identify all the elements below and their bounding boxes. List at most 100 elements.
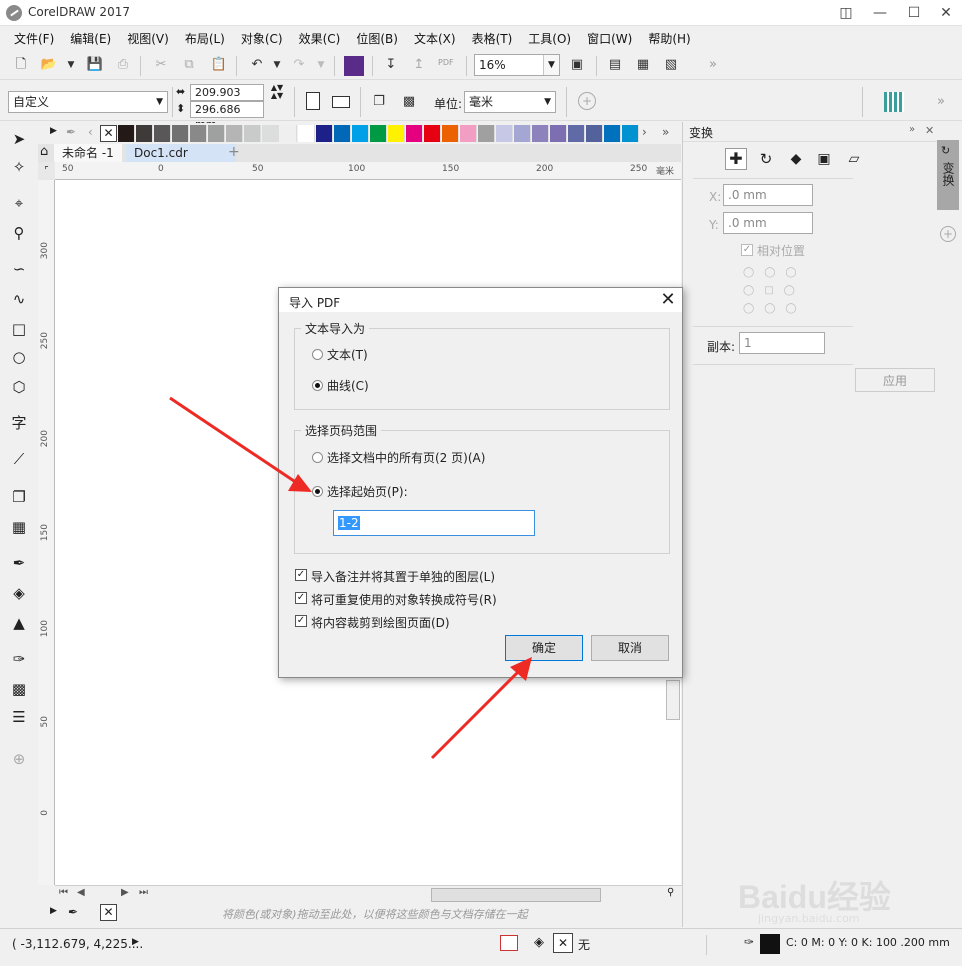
maximize-button[interactable]: ☐	[900, 3, 928, 23]
polygon-tool-icon[interactable]: ⬡	[4, 374, 34, 400]
ellipse-tool-icon[interactable]: ○	[4, 344, 34, 370]
color-swatch[interactable]	[370, 125, 387, 142]
undo-icon[interactable]: ↶	[246, 54, 268, 76]
scroll-left-icon[interactable]: ‹	[88, 125, 93, 139]
color-swatch[interactable]	[604, 125, 621, 142]
account-icon[interactable]: ◫	[832, 3, 860, 23]
zoom-to-page-icon[interactable]: ▣	[566, 54, 588, 76]
menu-item-2[interactable]: 视图(V)	[121, 26, 175, 48]
portrait-icon[interactable]	[306, 92, 320, 110]
add-preset-icon[interactable]: +	[578, 92, 596, 110]
color-swatch[interactable]	[136, 125, 153, 142]
palette-menu-icon[interactable]: ▶	[50, 126, 57, 136]
show-guidelines-icon[interactable]: ▧	[660, 54, 682, 76]
redo-dropdown-icon[interactable]: ▼	[310, 54, 332, 76]
text-radio[interactable]	[312, 349, 323, 360]
color-swatch[interactable]	[226, 125, 243, 142]
apply-button[interactable]: 应用	[855, 368, 935, 392]
eyedropper-icon[interactable]: ✒	[66, 125, 76, 139]
outline-color-swatch[interactable]	[760, 934, 780, 954]
close-icon[interactable]: ✕	[657, 289, 679, 311]
first-page-icon[interactable]: ⏮	[59, 887, 68, 898]
y-input[interactable]: .0 mm	[723, 212, 813, 234]
qr-code-icon[interactable]	[884, 92, 904, 112]
open-folder-icon[interactable]: 📂	[38, 54, 60, 76]
color-swatch[interactable]	[460, 125, 477, 142]
start-page-radio-label[interactable]: 选择起始页(P):	[327, 483, 408, 500]
relative-position-checkbox[interactable]: ✓	[741, 244, 753, 256]
convert-symbols-checkbox[interactable]: ✓	[295, 592, 307, 604]
undo-dropdown-icon[interactable]: ▼	[266, 54, 288, 76]
tab-untitled-1[interactable]: 未命名 -1	[54, 144, 122, 162]
menu-item-9[interactable]: 工具(O)	[522, 26, 577, 48]
ruler-origin-icon[interactable]: ⌜	[38, 162, 55, 180]
minimize-button[interactable]: —	[866, 3, 894, 23]
menu-arrow-icon[interactable]: ▶	[50, 906, 57, 916]
collapse-icon[interactable]: »	[909, 124, 915, 135]
more-tools-icon[interactable]: »	[702, 54, 724, 76]
color-swatch[interactable]	[208, 125, 225, 142]
no-fill-swatch[interactable]: ✕	[100, 904, 117, 921]
menu-item-7[interactable]: 文本(X)	[408, 26, 462, 48]
color-swatch[interactable]	[568, 125, 585, 142]
landscape-icon[interactable]	[332, 96, 350, 108]
expand-palette-icon[interactable]: »	[662, 125, 669, 139]
all-pages-radio[interactable]	[312, 452, 323, 463]
last-page-icon[interactable]: ⏭	[139, 887, 148, 898]
size-mode-icon[interactable]: ▣	[813, 148, 835, 170]
ok-button[interactable]: 确定	[505, 635, 583, 661]
menu-item-8[interactable]: 表格(T)	[466, 26, 519, 48]
anchor-grid[interactable]: ◯◯◯ ◯□◯ ◯◯◯	[743, 264, 799, 318]
cancel-button[interactable]: 取消	[591, 635, 669, 661]
color-swatch[interactable]	[442, 125, 459, 142]
pick-tool-icon[interactable]: ➤	[4, 126, 34, 152]
color-swatch[interactable]	[154, 125, 171, 142]
color-swatch[interactable]	[118, 125, 135, 142]
no-fill-swatch[interactable]: ✕	[553, 933, 573, 953]
tab-doc1[interactable]: Doc1.cdr	[126, 144, 236, 162]
scale-mirror-icon[interactable]: ◆	[785, 148, 807, 170]
color-swatch[interactable]	[280, 125, 297, 142]
copy-icon[interactable]: ⧉	[178, 54, 200, 76]
home-icon[interactable]: ⌂	[40, 144, 48, 159]
transparency-icon[interactable]: ▦	[4, 514, 34, 540]
more-options-icon[interactable]: »	[930, 91, 952, 113]
vertical-ruler[interactable]: 300 250 200 150 100 50 0	[38, 180, 55, 885]
copies-input[interactable]: 1	[739, 332, 825, 354]
no-fill-swatch[interactable]: ✕	[100, 125, 117, 142]
color-styles-icon[interactable]: ▩	[4, 676, 34, 702]
transform-docker-tab[interactable]: ↻ 变换	[937, 140, 959, 210]
show-grid-icon[interactable]: ▦	[632, 54, 654, 76]
unit-select[interactable]: 毫米 ▼	[464, 91, 556, 113]
zoom-nav-icon[interactable]: ⚲	[667, 887, 674, 898]
paste-icon[interactable]: 📋	[208, 54, 230, 76]
color-swatch[interactable]	[406, 125, 423, 142]
freehand-tool-icon[interactable]: ∽	[4, 256, 34, 282]
crop-to-page-label[interactable]: 将内容裁剪到绘图页面(D)	[311, 614, 450, 631]
color-swatch[interactable]	[496, 125, 513, 142]
color-swatch[interactable]	[352, 125, 369, 142]
status-menu-icon[interactable]: ▶	[132, 937, 139, 947]
color-swatch[interactable]	[550, 125, 567, 142]
drop-shadow-icon[interactable]: ❐	[4, 484, 34, 510]
color-swatch[interactable]	[262, 125, 279, 142]
artistic-media-icon[interactable]: ∿	[4, 286, 34, 312]
outline-pen-icon[interactable]: ✑	[4, 646, 34, 672]
print-icon[interactable]: ⎙	[112, 54, 134, 76]
curve-radio[interactable]	[312, 380, 323, 391]
color-swatch[interactable]	[532, 125, 549, 142]
color-proof-icon[interactable]	[500, 935, 518, 951]
open-dropdown-icon[interactable]: ▼	[60, 54, 82, 76]
parallel-dimension-icon[interactable]: ⟋	[4, 446, 34, 472]
color-swatch[interactable]	[190, 125, 207, 142]
page-range-input[interactable]: 1-2	[333, 510, 535, 536]
export-icon[interactable]: ↥	[408, 54, 430, 76]
crop-to-page-checkbox[interactable]: ✓	[295, 615, 307, 627]
menu-item-4[interactable]: 对象(C)	[235, 26, 289, 48]
page-preset-select[interactable]: 自定义 ▼	[8, 91, 168, 113]
smart-fill-icon[interactable]: ▲	[4, 610, 34, 636]
zoom-level-select[interactable]: 16% ▼	[474, 54, 560, 76]
menu-item-1[interactable]: 编辑(E)	[64, 26, 117, 48]
current-page-icon[interactable]: ▩	[398, 91, 420, 113]
import-notes-checkbox[interactable]: ✓	[295, 569, 307, 581]
